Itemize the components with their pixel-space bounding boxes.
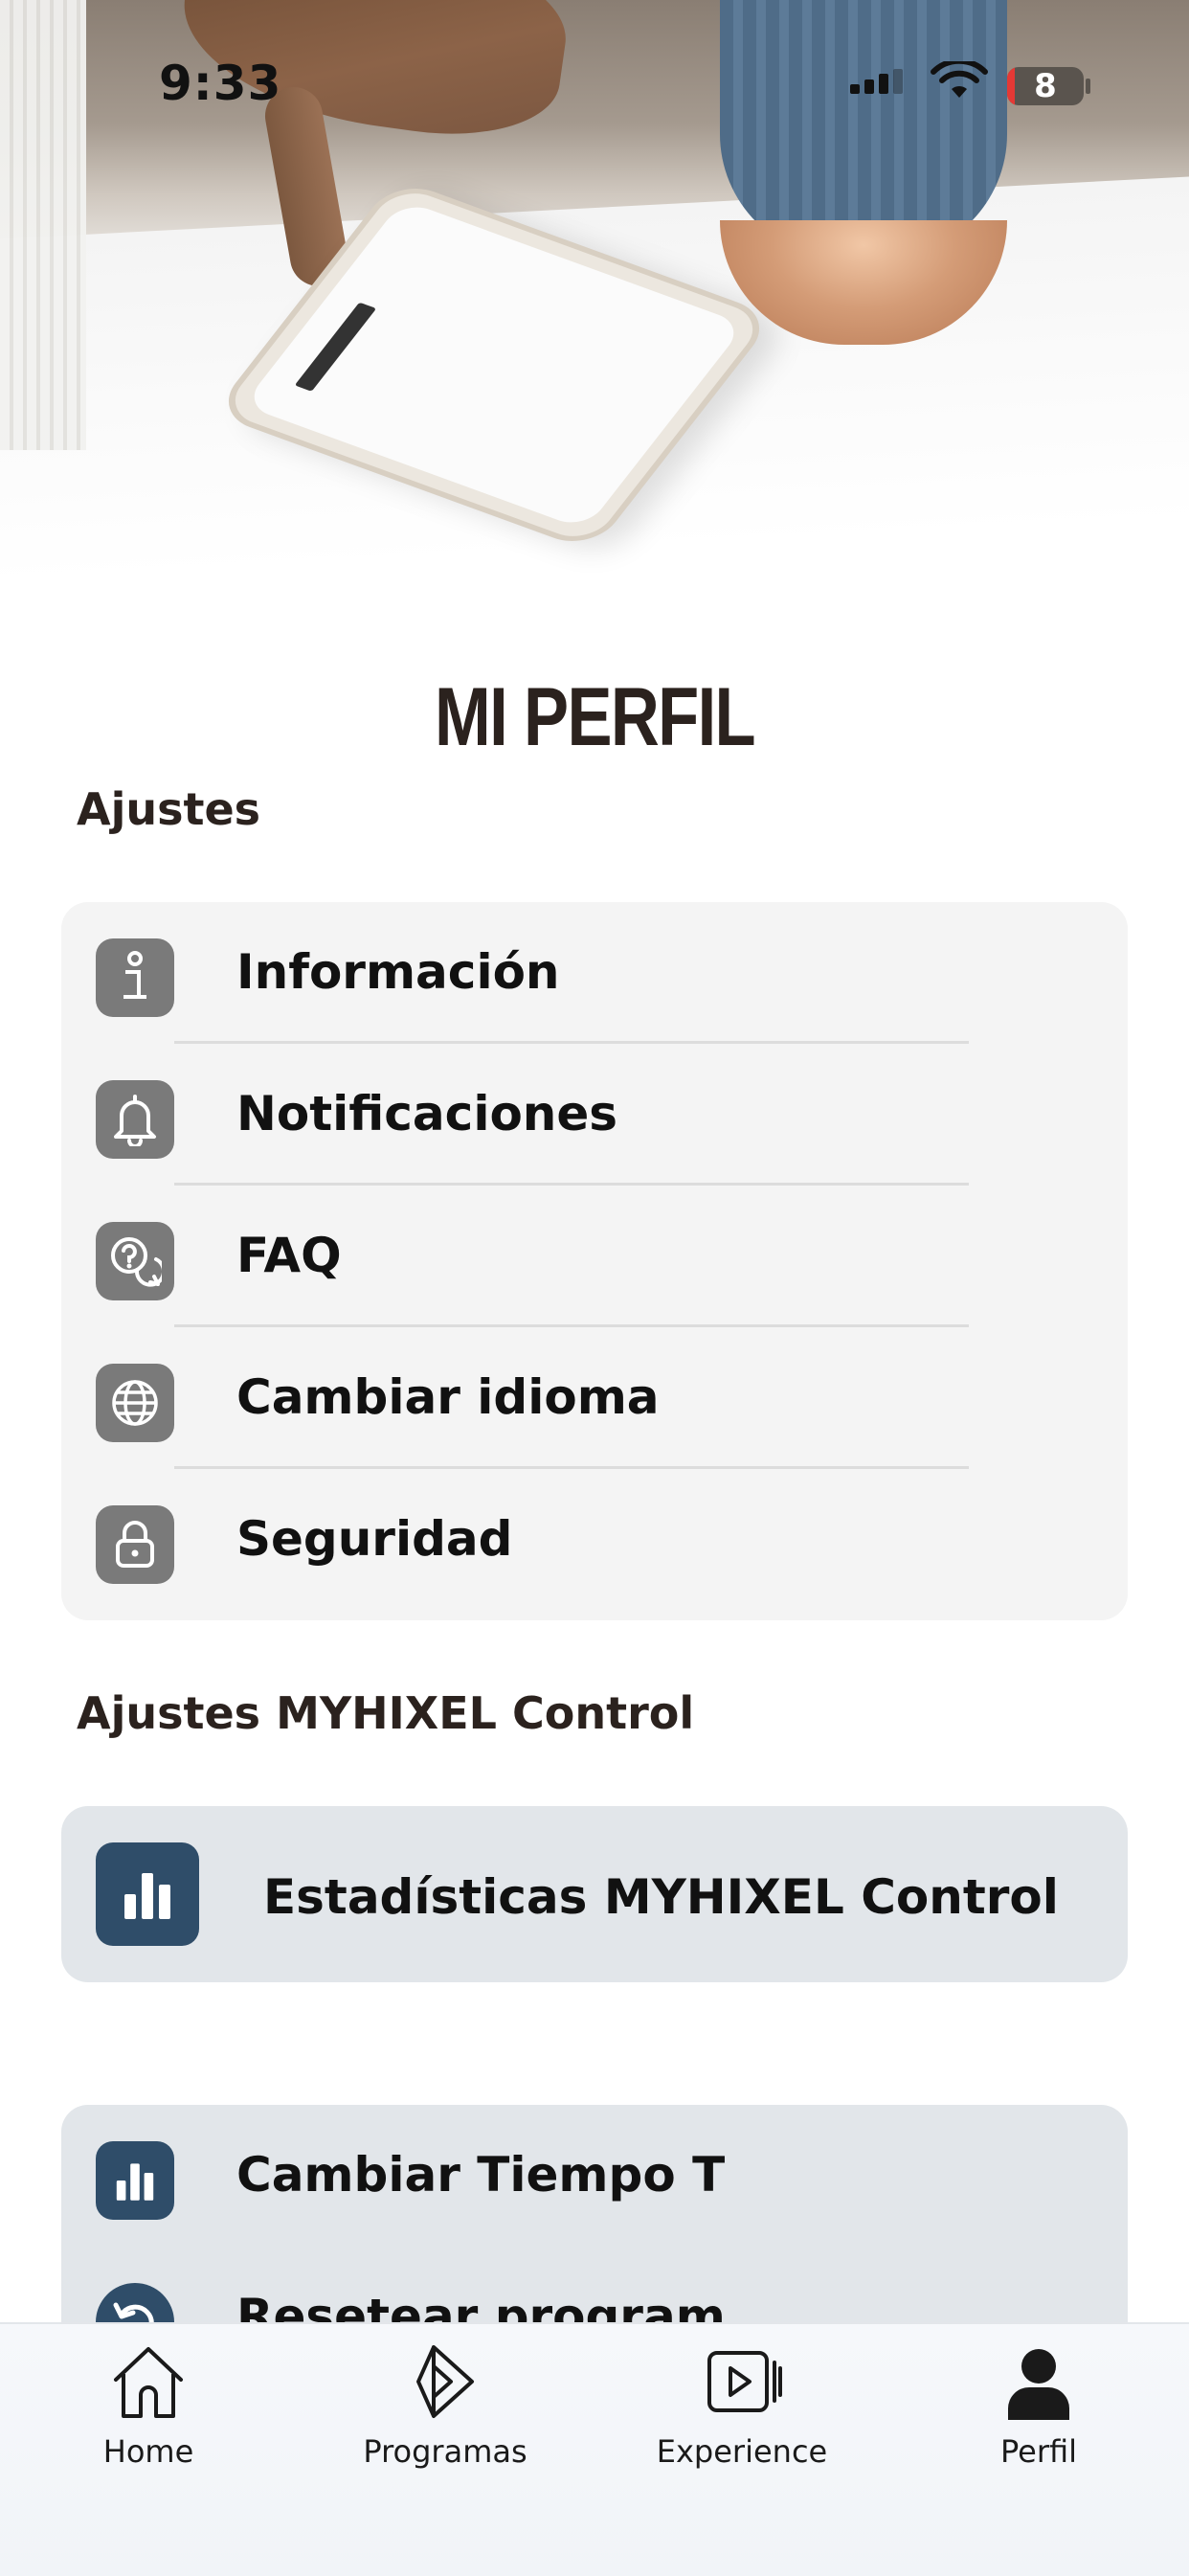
wifi-icon bbox=[931, 61, 988, 98]
settings-card: Información Notificaciones FAQ Cambiar i… bbox=[61, 902, 1128, 1620]
tab-home[interactable]: Home bbox=[38, 2341, 258, 2495]
bar-chart-icon bbox=[96, 1842, 199, 1946]
settings-item-cambiar-idioma[interactable]: Cambiar idioma bbox=[61, 1327, 1128, 1469]
tab-perfil[interactable]: Perfil bbox=[929, 2341, 1149, 2495]
settings-item-label: Cambiar idioma bbox=[236, 1369, 660, 1425]
tab-label: Experience bbox=[656, 2433, 828, 2470]
battery-level: 8 bbox=[1034, 67, 1057, 105]
section-title-control: Ajustes MYHIXEL Control bbox=[77, 1687, 695, 1739]
tab-experience[interactable]: Experience bbox=[632, 2341, 852, 2495]
cellular-signal-icon bbox=[850, 69, 903, 94]
video-icon bbox=[707, 2351, 782, 2412]
tab-label: Programas bbox=[363, 2433, 527, 2470]
battery-icon: 8 bbox=[1007, 67, 1084, 105]
play-outline-icon bbox=[416, 2345, 474, 2418]
bell-icon bbox=[96, 1080, 174, 1159]
lock-icon bbox=[96, 1505, 174, 1584]
settings-item-label: Información bbox=[236, 944, 560, 1000]
info-icon bbox=[96, 938, 174, 1017]
settings-item-informacion[interactable]: Información bbox=[61, 902, 1128, 1044]
section-title-settings: Ajustes bbox=[77, 783, 261, 835]
tab-programas[interactable]: Programas bbox=[335, 2341, 555, 2495]
settings-item-label: Seguridad bbox=[236, 1511, 513, 1567]
settings-item-label: FAQ bbox=[236, 1228, 342, 1283]
status-bar: 9:33 8 bbox=[0, 0, 1189, 172]
settings-item-seguridad[interactable]: Seguridad bbox=[61, 1469, 1128, 1611]
settings-item-faq[interactable]: FAQ bbox=[61, 1186, 1128, 1327]
status-time: 9:33 bbox=[159, 56, 282, 111]
extra-item-label: Cambiar Tiempo T bbox=[236, 2147, 726, 2203]
bar-chart-icon bbox=[96, 2141, 174, 2220]
control-stats-label: Estadísticas MYHIXEL Control bbox=[263, 1869, 1059, 1925]
person-icon bbox=[1008, 2349, 1069, 2420]
home-icon bbox=[114, 2347, 183, 2418]
settings-item-label: Notificaciones bbox=[236, 1086, 618, 1141]
globe-icon bbox=[96, 1364, 174, 1442]
tab-label: Perfil bbox=[999, 2433, 1078, 2470]
extra-item-cambiar-tiempo[interactable]: Cambiar Tiempo T bbox=[61, 2105, 1128, 2247]
control-stats-item[interactable]: Estadísticas MYHIXEL Control bbox=[61, 1823, 1128, 1965]
tab-label: Home bbox=[102, 2433, 194, 2470]
faq-icon bbox=[96, 1222, 174, 1300]
control-stats-card[interactable]: Estadísticas MYHIXEL Control bbox=[61, 1806, 1128, 1982]
settings-item-notificaciones[interactable]: Notificaciones bbox=[61, 1044, 1128, 1186]
tab-bar: Home Programas Experience Perfil bbox=[0, 2322, 1189, 2576]
page-title: MI PERFIL bbox=[435, 671, 756, 763]
